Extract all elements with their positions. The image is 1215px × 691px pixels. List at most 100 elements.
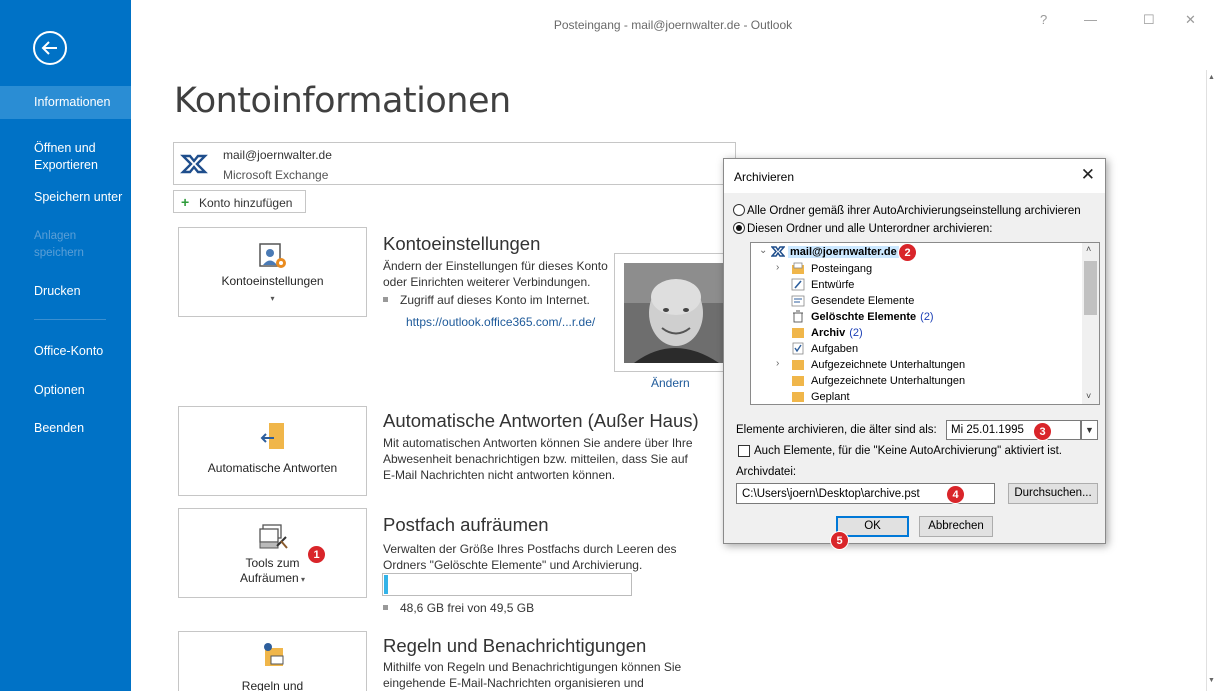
- sidebar-item-speichern-unter[interactable]: Speichern unter: [0, 189, 131, 206]
- archive-file-label: Archivdatei:: [736, 466, 797, 478]
- tree-item-posteingang[interactable]: › Posteingang: [751, 261, 1081, 277]
- tree-item-archiv[interactable]: Archiv (2): [751, 325, 1081, 341]
- close-button[interactable]: ✕: [1185, 12, 1196, 28]
- tree-scroll-thumb[interactable]: [1084, 261, 1097, 315]
- scroll-up-icon[interactable]: ˄: [1086, 244, 1091, 254]
- trash-icon: [793, 310, 803, 323]
- dialog-titlebar: Archivieren ✕: [724, 159, 1105, 193]
- tree-item-geplant-label: Geplant: [811, 391, 850, 403]
- profile-photo-frame[interactable]: [614, 253, 735, 372]
- browse-button[interactable]: Durchsuchen...: [1008, 483, 1098, 504]
- tree-item-unterhaltungen-2-label: Aufgezeichnete Unterhaltungen: [811, 375, 966, 387]
- tree-item-archiv-text: Archiv: [811, 327, 846, 339]
- account-type: Microsoft Exchange: [223, 168, 329, 182]
- account-settings-icon: [259, 243, 286, 268]
- tree-item-geloeschte[interactable]: Gelöschte Elemente (2): [751, 309, 1081, 325]
- minimize-button[interactable]: —: [1084, 12, 1097, 27]
- cleanup-tools-icon: [259, 524, 288, 549]
- help-button[interactable]: ?: [1040, 12, 1047, 27]
- dialog-close-button[interactable]: ✕: [1081, 165, 1095, 185]
- rules-tile-label: Regeln und: [241, 679, 304, 691]
- inbox-icon: [792, 262, 804, 274]
- folder-tree[interactable]: ⌄ mail@joernwalter.de › Posteingang Entw…: [750, 242, 1100, 405]
- tree-item-account-label: mail@joernwalter.de: [788, 246, 899, 258]
- rules-icon: [264, 643, 284, 666]
- dialog-title: Archivieren: [734, 170, 795, 184]
- rules-tile[interactable]: Regeln und: [178, 631, 367, 691]
- tree-item-unterhaltungen-2[interactable]: Aufgezeichnete Unterhaltungen: [751, 373, 1081, 389]
- radio-archive-all-circle[interactable]: [733, 204, 745, 216]
- tree-item-geplant[interactable]: Geplant: [751, 389, 1081, 404]
- rules-desc: Mithilfe von Regeln und Benachrichtigung…: [383, 660, 682, 690]
- cleanup-tools-label-2: Aufräumen ▾: [179, 571, 366, 587]
- archive-dialog: Archivieren ✕ Alle Ordner gemäß ihrer Au…: [723, 158, 1106, 550]
- add-account-label: Konto hinzufügen: [199, 196, 293, 210]
- tasks-icon: [792, 342, 804, 355]
- older-than-label: Elemente archivieren, die älter sind als…: [736, 424, 937, 436]
- owa-link[interactable]: https://outlook.office365.com/...r.de/: [406, 315, 595, 329]
- radio-archive-folder[interactable]: Diesen Ordner und alle Unterordner archi…: [733, 222, 993, 236]
- storage-bar-fill: [384, 575, 388, 594]
- scroll-up-icon[interactable]: ▲: [1208, 74, 1215, 81]
- step-badge-1: 1: [307, 545, 326, 564]
- maximize-button[interactable]: ☐: [1143, 12, 1155, 28]
- chevron-right-icon[interactable]: ›: [776, 262, 779, 273]
- title-bar: Posteingang - mail@joernwalter.de - Outl…: [131, 0, 1215, 50]
- chevron-down-icon[interactable]: ⌄: [759, 245, 767, 256]
- back-button[interactable]: [33, 31, 67, 65]
- account-settings-tile[interactable]: Kontoeinstellungen ▾: [178, 227, 367, 317]
- folder-icon: [792, 376, 804, 386]
- back-arrow-icon: [41, 41, 57, 55]
- tree-item-archiv-label: Archiv (2): [811, 327, 863, 339]
- sidebar-item-oeffnen-exportieren[interactable]: Öffnen und Exportieren: [0, 140, 110, 174]
- chevron-right-icon[interactable]: ›: [776, 358, 779, 369]
- radio-archive-folder-label: Diesen Ordner und alle Unterordner archi…: [747, 223, 993, 236]
- include-no-autoarchive-checkbox[interactable]: [738, 445, 750, 457]
- auto-reply-tile[interactable]: Automatische Antworten: [178, 406, 367, 496]
- radio-archive-all[interactable]: Alle Ordner gemäß ihrer AutoArchivierung…: [733, 204, 1081, 218]
- tree-item-aufgaben-label: Aufgaben: [811, 343, 859, 355]
- sidebar-item-informationen[interactable]: Informationen: [0, 86, 131, 119]
- storage-bar: [382, 573, 632, 596]
- chevron-down-icon[interactable]: ▼: [1081, 420, 1098, 440]
- account-selector[interactable]: mail@joernwalter.de Microsoft Exchange: [173, 142, 736, 185]
- scroll-down-icon[interactable]: ˅: [1086, 391, 1091, 401]
- cleanup-tools-tile[interactable]: Tools zum Aufräumen ▾: [178, 508, 367, 598]
- folder-icon: [792, 328, 804, 338]
- cleanup-tools-label-1: Tools zum: [245, 556, 300, 570]
- tree-item-entwuerfe[interactable]: Entwürfe: [751, 277, 1081, 293]
- sidebar-item-beenden[interactable]: Beenden: [0, 420, 131, 437]
- page-scrollbar[interactable]: ▲ ▼: [1206, 70, 1215, 691]
- tree-item-aufgaben[interactable]: Aufgaben: [751, 341, 1081, 357]
- step-badge-3: 3: [1033, 422, 1052, 441]
- profile-photo: [624, 263, 725, 363]
- outlook-backstage: Informationen Öffnen und Exportieren Spe…: [0, 0, 1215, 691]
- auto-reply-icon: [260, 423, 284, 449]
- scroll-down-icon[interactable]: ▼: [1208, 677, 1215, 684]
- auto-reply-tile-label: Automatische Antworten: [207, 461, 338, 475]
- drafts-icon: [791, 278, 805, 291]
- plus-icon: +: [181, 194, 190, 210]
- tree-item-unterhaltungen-1[interactable]: › Aufgezeichnete Unterhaltungen: [751, 357, 1081, 373]
- tree-item-gesendete[interactable]: Gesendete Elemente: [751, 293, 1081, 309]
- tree-item-geloeschte-count: (2): [920, 311, 934, 323]
- tree-item-unterhaltungen-1-label: Aufgezeichnete Unterhaltungen: [811, 359, 966, 371]
- tree-scrollbar[interactable]: ˄ ˅: [1082, 243, 1099, 404]
- older-than-date-input[interactable]: Mi 25.01.1995: [946, 420, 1081, 440]
- sidebar-item-drucken[interactable]: Drucken: [0, 283, 131, 300]
- radio-archive-folder-circle[interactable]: [733, 222, 745, 234]
- tree-item-gesendete-label: Gesendete Elemente: [811, 295, 915, 307]
- cancel-button[interactable]: Abbrechen: [919, 516, 993, 537]
- tree-item-entwuerfe-label: Entwürfe: [811, 279, 855, 291]
- sidebar-item-office-konto[interactable]: Office-Konto: [0, 343, 131, 360]
- add-account-button[interactable]: + Konto hinzufügen: [173, 190, 306, 213]
- change-photo-link[interactable]: Ändern: [651, 376, 690, 390]
- tree-item-geloeschte-text: Gelöschte Elemente: [811, 311, 917, 323]
- backstage-sidebar: Informationen Öffnen und Exportieren Spe…: [0, 0, 131, 691]
- sent-icon: [791, 295, 805, 307]
- chevron-down-icon: ▾: [270, 294, 275, 303]
- tree-item-posteingang-label: Posteingang: [811, 263, 873, 275]
- radio-archive-all-label: Alle Ordner gemäß ihrer AutoArchivierung…: [747, 205, 1081, 218]
- sidebar-item-optionen[interactable]: Optionen: [0, 382, 131, 399]
- tree-item-geloeschte-label: Gelöschte Elemente (2): [811, 311, 934, 323]
